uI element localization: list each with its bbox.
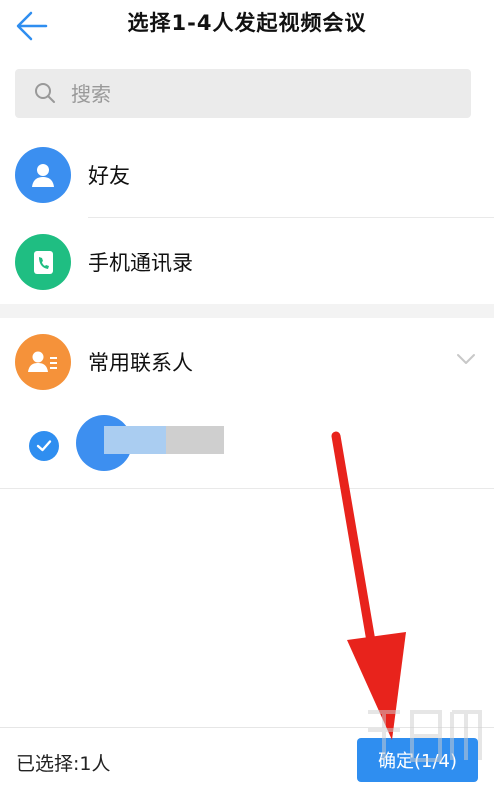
confirm-button[interactable]: 确定(1/4) (357, 738, 478, 782)
contact-row[interactable] (0, 402, 494, 488)
checkmark-icon[interactable] (29, 431, 59, 461)
search-bar[interactable] (15, 69, 471, 118)
list-item-label: 好友 (88, 164, 130, 188)
list-item-label: 常用联系人 (88, 351, 193, 375)
chevron-down-icon[interactable] (455, 348, 477, 370)
list-item-friends[interactable]: 好友 (0, 131, 494, 217)
contact-card-icon (15, 334, 71, 390)
divider (0, 488, 494, 489)
bottom-bar: 已选择:1人 确定(1/4) (0, 727, 494, 790)
header: 选择1-4人发起视频会议 (0, 0, 494, 62)
list-item-frequent-contacts[interactable]: 常用联系人 (0, 318, 494, 404)
list-item-phonebook[interactable]: 手机通讯录 (0, 218, 494, 304)
phonebook-icon (15, 234, 71, 290)
page-title: 选择1-4人发起视频会议 (127, 11, 367, 35)
selected-count: 已选择:1人 (16, 753, 111, 775)
blurred-name (166, 426, 224, 454)
blurred-name (104, 426, 166, 454)
person-icon (15, 147, 71, 203)
section-gap (0, 304, 494, 318)
list-item-label: 手机通讯录 (88, 251, 193, 275)
search-input[interactable] (69, 75, 463, 113)
search-icon (35, 83, 55, 103)
